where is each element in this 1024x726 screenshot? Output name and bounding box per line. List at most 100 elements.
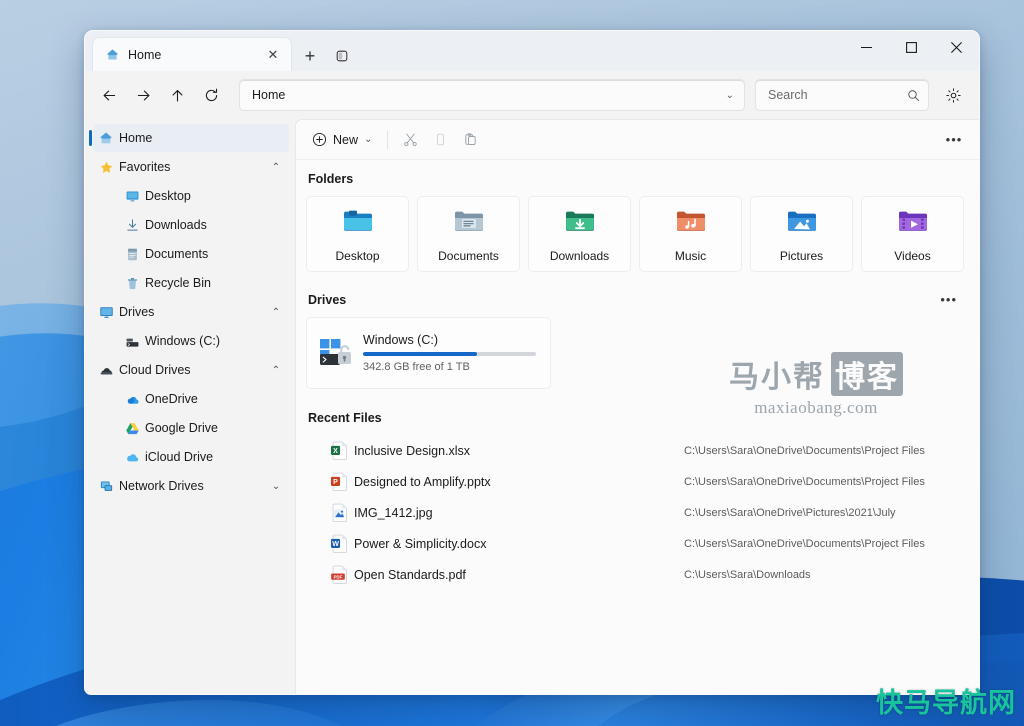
minimize-icon[interactable] — [844, 31, 889, 63]
folder-desktop-icon — [341, 206, 375, 243]
sidebar-item-label: Favorites — [119, 160, 171, 174]
recent-file-name: Designed to Amplify.pptx — [354, 474, 491, 489]
folder-card-videos[interactable]: Videos — [861, 196, 964, 272]
drive-usage-bar — [363, 352, 536, 356]
recent-files-section-title: Recent Files — [308, 411, 382, 425]
sidebar-item-label: Drives — [119, 305, 155, 319]
sidebar-item-network-drives[interactable]: Network Drives ⌄ — [93, 472, 289, 500]
new-button[interactable]: New ⌄ — [304, 126, 380, 154]
sidebar-item-label: iCloud Drive — [145, 450, 214, 464]
new-tab-button[interactable]: + — [296, 41, 324, 71]
folder-downloads-icon — [565, 211, 594, 231]
chevron-down-icon[interactable]: ⌄ — [726, 90, 736, 101]
paste-icon[interactable] — [455, 126, 485, 154]
folders-grid: Desktop Documents Downloads Music Pictures Vi… — [306, 196, 965, 272]
chevron-icon[interactable]: ⌃ — [269, 162, 283, 173]
search-input[interactable]: Search — [755, 79, 929, 111]
toolbar-overflow-button[interactable]: ••• — [939, 126, 969, 154]
recent-file-row[interactable]: PDF Open Standards.pdf C:\Users\Sara\Downl… — [306, 559, 965, 590]
google-drive-icon — [119, 421, 145, 436]
content-scroll-area[interactable]: Folders Desktop Documents Downloads Music Pi… — [296, 160, 979, 694]
sidebar-item-recycle-bin[interactable]: Recycle Bin — [93, 269, 289, 297]
sidebar-item-desktop[interactable]: Desktop — [93, 182, 289, 210]
search-icon — [908, 89, 920, 101]
sidebar-item-label: OneDrive — [145, 392, 198, 406]
new-button-label: New — [333, 132, 359, 147]
drive-info: Windows (C:) 342.8 GB free of 1 TB — [363, 333, 536, 373]
sidebar-item-icloud-drive[interactable]: iCloud Drive — [93, 443, 289, 471]
refresh-icon[interactable] — [195, 79, 227, 111]
tab-close-icon[interactable]: ✕ — [263, 45, 283, 65]
folder-music-icon — [676, 211, 705, 231]
chevron-icon[interactable]: ⌄ — [269, 481, 283, 492]
icloud-icon — [119, 450, 145, 465]
window-controls — [844, 31, 979, 63]
desktop-icon — [126, 191, 138, 201]
chevron-icon[interactable]: ⌃ — [269, 365, 283, 376]
svg-text:W: W — [332, 541, 339, 548]
close-icon[interactable] — [934, 31, 979, 63]
sidebar-item-onedrive[interactable]: OneDrive — [93, 385, 289, 413]
documents-icon — [119, 247, 145, 262]
drives-overflow-button[interactable]: ••• — [940, 292, 965, 307]
sidebar-item-windows-c[interactable]: Windows (C:) — [93, 327, 289, 355]
sidebar-item-label: Documents — [145, 247, 209, 261]
excel-file-icon: X — [330, 441, 347, 460]
image-file-icon — [332, 503, 347, 522]
forward-arrow-icon[interactable] — [127, 79, 159, 111]
address-bar[interactable]: Home ⌄ — [239, 79, 745, 111]
recent-file-row[interactable]: W Power & Simplicity.docx C:\Users\Sara\On… — [306, 528, 965, 559]
folder-card-music[interactable]: Music — [639, 196, 742, 272]
folder-music-icon — [674, 206, 708, 243]
folder-card-downloads[interactable]: Downloads — [528, 196, 631, 272]
back-arrow-icon[interactable] — [93, 79, 125, 111]
monitor-icon — [93, 305, 119, 320]
download-icon — [119, 218, 145, 233]
sidebar-item-google-drive[interactable]: Google Drive — [93, 414, 289, 442]
sidebar-item-documents[interactable]: Documents — [93, 240, 289, 268]
gear-icon[interactable] — [937, 79, 969, 111]
sidebar-item-home[interactable]: Home — [89, 124, 289, 152]
recycle-bin-icon — [127, 277, 137, 289]
onedrive-icon — [119, 392, 145, 407]
drive-usage-fill — [363, 352, 478, 356]
cloud-drive-icon — [100, 367, 112, 374]
sidebar-item-label: Windows (C:) — [145, 334, 221, 348]
maximize-icon[interactable] — [889, 31, 934, 63]
tab-home[interactable]: Home ✕ — [92, 37, 292, 71]
image-file-icon — [324, 502, 354, 523]
drive-card-windows-c[interactable]: Windows (C:) 342.8 GB free of 1 TB — [306, 317, 551, 389]
folder-card-label: Videos — [894, 248, 931, 263]
sidebar-item-favorites[interactable]: Favorites ⌃ — [93, 153, 289, 181]
chevron-down-icon[interactable]: ⌄ — [364, 134, 372, 145]
folder-card-desktop[interactable]: Desktop — [306, 196, 409, 272]
recent-file-row[interactable]: IMG_1412.jpg C:\Users\Sara\OneDrive\Pictu… — [306, 497, 965, 528]
scissors-icon[interactable] — [395, 126, 425, 154]
sidebar-item-drives[interactable]: Drives ⌃ — [93, 298, 289, 326]
sidebar-item-downloads[interactable]: Downloads — [93, 211, 289, 239]
folder-card-label: Music — [674, 248, 707, 263]
recent-file-name: IMG_1412.jpg — [354, 505, 433, 520]
network-drive-icon — [93, 479, 119, 494]
tab-layout-icon[interactable] — [328, 41, 356, 71]
word-file-icon: W — [330, 534, 347, 553]
folder-card-pictures[interactable]: Pictures — [750, 196, 853, 272]
plus-circle-icon — [312, 132, 327, 147]
sidebar-item-label: Downloads — [145, 218, 207, 232]
folder-pictures-icon — [787, 211, 816, 231]
copy-icon[interactable] — [425, 126, 455, 154]
recent-file-row[interactable]: P Designed to Amplify.pptx C:\Users\Sara\O… — [306, 466, 965, 497]
folder-videos-icon — [896, 206, 930, 243]
network-drive-icon — [100, 481, 112, 491]
navigation-bar: Home ⌄ Search — [85, 71, 979, 119]
search-placeholder: Search — [768, 88, 808, 102]
chevron-icon[interactable]: ⌃ — [269, 307, 283, 318]
folder-card-documents[interactable]: Documents — [417, 196, 520, 272]
recent-file-row[interactable]: X Inclusive Design.xlsx C:\Users\Sara\OneD… — [306, 435, 965, 466]
sidebar-item-cloud-drives[interactable]: Cloud Drives ⌃ — [93, 356, 289, 384]
up-arrow-icon[interactable] — [161, 79, 193, 111]
folder-desktop-icon — [343, 210, 372, 231]
svg-text:X: X — [333, 448, 338, 455]
svg-text:PDF: PDF — [333, 574, 342, 579]
hard-drive-icon — [126, 338, 138, 347]
